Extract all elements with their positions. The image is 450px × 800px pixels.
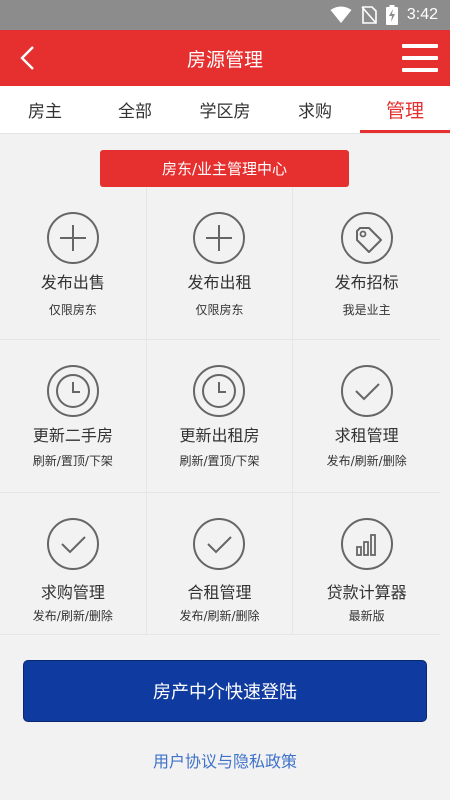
grid-item-sub: 我是业主 [342, 303, 391, 317]
grid-item-name: 发布出售 [40, 273, 105, 292]
user-agreement-privacy-link[interactable]: 用户协议与隐私政策 [0, 748, 450, 772]
publish-rent-button[interactable]: 发布出租 仅限房东 [146, 187, 294, 340]
app-bar: 房源管理 [0, 30, 450, 86]
tab-bar: 房主 全部 学区房 求购 管理 [0, 86, 450, 134]
publish-sale-button[interactable]: 发布出售 仅限房东 [0, 187, 147, 340]
grid-item-sub: 发布/刷新/删除 [326, 454, 407, 468]
shared-rent-manage-button[interactable]: 合租管理 发布/刷新/删除 [146, 493, 294, 635]
plus-circle-icon [46, 211, 100, 265]
function-grid: 发布出售 仅限房东 发布出租 仅限房东 发布招标 我是业主 更新二手房 刷新/置… [0, 187, 440, 635]
grid-item-sub: 仅限房东 [48, 303, 97, 317]
grid-item-name: 求租管理 [334, 426, 399, 445]
status-time: 3:42 [406, 6, 438, 23]
grid-item-name: 发布招标 [334, 273, 399, 292]
battery-charging-icon [385, 5, 398, 25]
grid-item-name: 更新出租房 [179, 426, 260, 445]
check-circle-icon [192, 517, 246, 571]
plus-circle-icon [192, 211, 246, 265]
rent-request-manage-button[interactable]: 求租管理 发布/刷新/删除 [293, 340, 440, 493]
wifi-icon [330, 6, 352, 24]
tab-owner[interactable]: 房主 [0, 86, 90, 133]
loan-calculator-button[interactable]: 贷款计算器 最新版 [293, 493, 440, 635]
grid-item-sub: 仅限房东 [195, 303, 244, 317]
grid-item-name: 更新二手房 [32, 426, 113, 445]
bar-chart-icon [340, 517, 394, 571]
owner-center-banner: 房东/业主管理中心 [100, 150, 349, 187]
tab-wanted[interactable]: 求购 [270, 86, 360, 133]
publish-tender-button[interactable]: 发布招标 我是业主 [293, 187, 440, 340]
grid-item-name: 贷款计算器 [326, 583, 407, 602]
check-circle-icon [340, 364, 394, 418]
grid-item-sub: 发布/刷新/删除 [32, 609, 113, 623]
grid-item-sub: 最新版 [348, 609, 385, 623]
hamburger-menu-icon [402, 44, 438, 48]
page-title: 房源管理 [186, 48, 263, 71]
status-bar: 3:42 [0, 0, 450, 30]
no-sim-icon [361, 6, 377, 24]
update-secondhand-button[interactable]: 更新二手房 刷新/置顶/下架 [0, 340, 147, 493]
grid-item-name: 求购管理 [40, 583, 105, 602]
grid-item-name: 发布出租 [187, 273, 252, 292]
update-rental-button[interactable]: 更新出租房 刷新/置顶/下架 [146, 340, 294, 493]
clock-icon [46, 364, 100, 418]
grid-item-sub: 发布/刷新/删除 [179, 609, 260, 623]
grid-item-name: 合租管理 [187, 583, 252, 602]
agent-quick-login-button[interactable]: 房产中介快速登陆 [23, 660, 427, 722]
tag-icon [340, 211, 394, 265]
tab-school-district[interactable]: 学区房 [180, 86, 270, 133]
menu-button[interactable] [402, 41, 438, 75]
check-circle-icon [46, 517, 100, 571]
tab-manage[interactable]: 管理 [360, 86, 450, 133]
back-button[interactable] [10, 40, 46, 76]
buy-request-manage-button[interactable]: 求购管理 发布/刷新/删除 [0, 493, 147, 635]
grid-item-sub: 刷新/置顶/下架 [179, 454, 260, 468]
clock-icon [192, 364, 246, 418]
grid-item-sub: 刷新/置顶/下架 [32, 454, 113, 468]
chevron-left-icon [20, 46, 34, 70]
tab-all[interactable]: 全部 [90, 86, 180, 133]
